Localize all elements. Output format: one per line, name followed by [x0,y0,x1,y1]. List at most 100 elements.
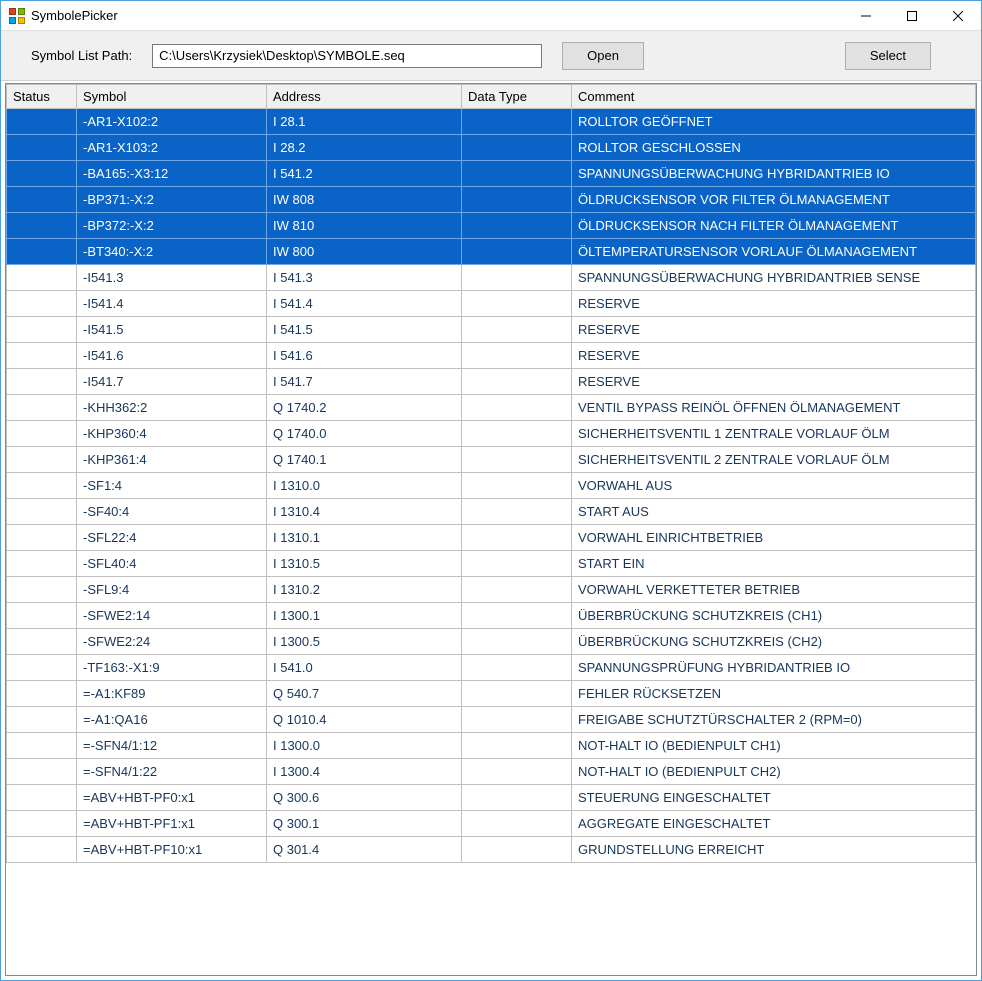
cell-datatype[interactable] [462,213,572,239]
cell-address[interactable]: I 541.4 [267,291,462,317]
cell-status[interactable] [7,525,77,551]
maximize-button[interactable] [889,1,935,30]
cell-datatype[interactable] [462,603,572,629]
cell-symbol[interactable]: -BP371:-X:2 [77,187,267,213]
cell-address[interactable]: I 541.7 [267,369,462,395]
cell-symbol[interactable]: =-A1:QA16 [77,707,267,733]
cell-address[interactable]: Q 301.4 [267,837,462,863]
table-row[interactable]: -SFL9:4I 1310.2VORWAHL VERKETTETER BETRI… [7,577,976,603]
col-comment[interactable]: Comment [572,85,976,109]
cell-status[interactable] [7,421,77,447]
cell-address[interactable]: I 541.6 [267,343,462,369]
cell-comment[interactable]: NOT-HALT IO (BEDIENPULT CH2) [572,759,976,785]
cell-address[interactable]: I 541.5 [267,317,462,343]
cell-datatype[interactable] [462,707,572,733]
cell-datatype[interactable] [462,837,572,863]
cell-address[interactable]: Q 540.7 [267,681,462,707]
cell-comment[interactable]: SPANNUNGSPRÜFUNG HYBRIDANTRIEB IO [572,655,976,681]
cell-datatype[interactable] [462,525,572,551]
cell-symbol[interactable]: -KHP361:4 [77,447,267,473]
cell-address[interactable]: I 1310.2 [267,577,462,603]
cell-status[interactable] [7,681,77,707]
cell-symbol[interactable]: -TF163:-X1:9 [77,655,267,681]
cell-comment[interactable]: ÜBERBRÜCKUNG SCHUTZKREIS (CH2) [572,629,976,655]
cell-comment[interactable]: RESERVE [572,317,976,343]
cell-address[interactable]: I 1310.0 [267,473,462,499]
cell-status[interactable] [7,265,77,291]
cell-address[interactable]: Q 300.1 [267,811,462,837]
table-row[interactable]: -BT340:-X:2IW 800ÖLTEMPERATURSENSOR VORL… [7,239,976,265]
cell-comment[interactable]: SICHERHEITSVENTIL 2 ZENTRALE VORLAUF ÖLM [572,447,976,473]
cell-address[interactable]: IW 800 [267,239,462,265]
cell-symbol[interactable]: -SFL9:4 [77,577,267,603]
cell-datatype[interactable] [462,161,572,187]
cell-comment[interactable]: SPANNUNGSÜBERWACHUNG HYBRIDANTRIEB SENSE [572,265,976,291]
cell-symbol[interactable]: -I541.4 [77,291,267,317]
table-row[interactable]: -SFL40:4I 1310.5START EIN [7,551,976,577]
cell-datatype[interactable] [462,499,572,525]
cell-datatype[interactable] [462,473,572,499]
cell-status[interactable] [7,707,77,733]
cell-datatype[interactable] [462,447,572,473]
col-symbol[interactable]: Symbol [77,85,267,109]
cell-address[interactable]: Q 1010.4 [267,707,462,733]
cell-comment[interactable]: VENTIL BYPASS REINÖL ÖFFNEN ÖLMANAGEMENT [572,395,976,421]
cell-address[interactable]: IW 808 [267,187,462,213]
cell-status[interactable] [7,629,77,655]
cell-status[interactable] [7,759,77,785]
cell-symbol[interactable]: -AR1-X103:2 [77,135,267,161]
table-row[interactable]: =-A1:KF89Q 540.7FEHLER RÜCKSETZEN [7,681,976,707]
cell-symbol[interactable]: =ABV+HBT-PF0:x1 [77,785,267,811]
table-row[interactable]: -TF163:-X1:9I 541.0SPANNUNGSPRÜFUNG HYBR… [7,655,976,681]
cell-status[interactable] [7,785,77,811]
cell-status[interactable] [7,811,77,837]
cell-status[interactable] [7,369,77,395]
grid-scroll-area[interactable]: Status Symbol Address Data Type Comment … [6,84,976,975]
cell-comment[interactable]: FREIGABE SCHUTZTÜRSCHALTER 2 (RPM=0) [572,707,976,733]
cell-status[interactable] [7,499,77,525]
table-row[interactable]: -I541.3I 541.3SPANNUNGSÜBERWACHUNG HYBRI… [7,265,976,291]
table-row[interactable]: -BP372:-X:2IW 810ÖLDRUCKSENSOR NACH FILT… [7,213,976,239]
cell-symbol[interactable]: -SFWE2:14 [77,603,267,629]
cell-address[interactable]: Q 1740.0 [267,421,462,447]
cell-address[interactable]: Q 300.6 [267,785,462,811]
table-row[interactable]: =-SFN4/1:12I 1300.0NOT-HALT IO (BEDIENPU… [7,733,976,759]
cell-comment[interactable]: START EIN [572,551,976,577]
cell-status[interactable] [7,317,77,343]
cell-comment[interactable]: RESERVE [572,291,976,317]
col-datatype[interactable]: Data Type [462,85,572,109]
cell-comment[interactable]: GRUNDSTELLUNG ERREICHT [572,837,976,863]
col-address[interactable]: Address [267,85,462,109]
cell-symbol[interactable]: =-A1:KF89 [77,681,267,707]
cell-comment[interactable]: STEUERUNG EINGESCHALTET [572,785,976,811]
cell-address[interactable]: I 1310.4 [267,499,462,525]
cell-status[interactable] [7,733,77,759]
cell-status[interactable] [7,291,77,317]
cell-comment[interactable]: RESERVE [572,369,976,395]
cell-status[interactable] [7,655,77,681]
cell-address[interactable]: IW 810 [267,213,462,239]
cell-status[interactable] [7,551,77,577]
table-row[interactable]: =ABV+HBT-PF0:x1Q 300.6 STEUERUNG EINGESCH… [7,785,976,811]
table-row[interactable]: -KHP361:4Q 1740.1SICHERHEITSVENTIL 2 ZEN… [7,447,976,473]
table-row[interactable]: -I541.4I 541.4 RESERVE [7,291,976,317]
cell-comment[interactable]: ÖLDRUCKSENSOR NACH FILTER ÖLMANAGEMENT [572,213,976,239]
cell-status[interactable] [7,473,77,499]
cell-symbol[interactable]: -SFL40:4 [77,551,267,577]
cell-datatype[interactable] [462,785,572,811]
cell-status[interactable] [7,239,77,265]
cell-status[interactable] [7,837,77,863]
cell-datatype[interactable] [462,811,572,837]
table-row[interactable]: =ABV+HBT-PF10:x1Q 301.4GRUNDSTELLUNG ERR… [7,837,976,863]
cell-comment[interactable]: ROLLTOR GESCHLOSSEN [572,135,976,161]
cell-datatype[interactable] [462,577,572,603]
table-row[interactable]: -AR1-X102:2I 28.1ROLLTOR GEÖFFNET [7,109,976,135]
cell-datatype[interactable] [462,291,572,317]
table-row[interactable]: -SF40:4I 1310.4START AUS [7,499,976,525]
cell-symbol[interactable]: -KHP360:4 [77,421,267,447]
cell-datatype[interactable] [462,421,572,447]
cell-symbol[interactable]: -I541.3 [77,265,267,291]
cell-comment[interactable]: AGGREGATE EINGESCHALTET [572,811,976,837]
table-row[interactable]: -KHP360:4Q 1740.0 SICHERHEITSVENTIL 1 ZEN… [7,421,976,447]
cell-comment[interactable]: SICHERHEITSVENTIL 1 ZENTRALE VORLAUF ÖLM [572,421,976,447]
